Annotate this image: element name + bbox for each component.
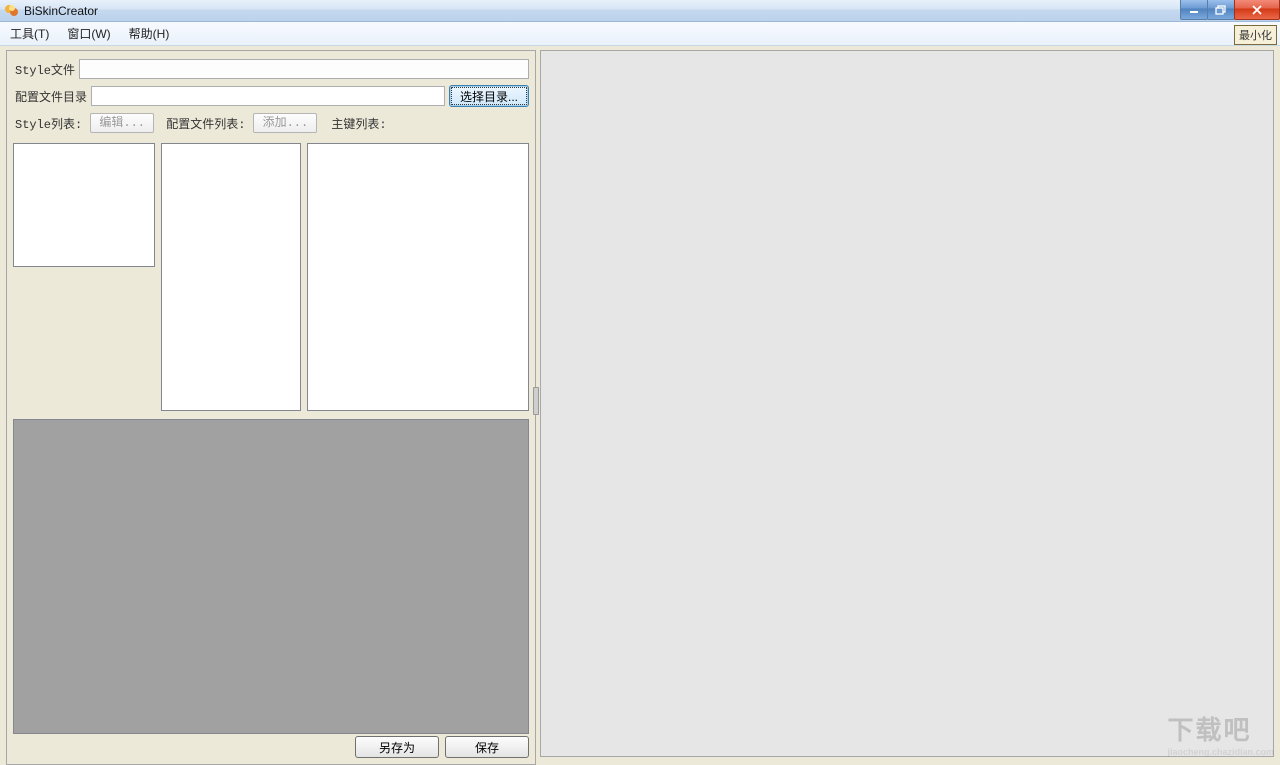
menu-help[interactable]: 帮助(H) [129,25,170,42]
menu-bar: 工具(T) 窗口(W) 帮助(H) 最小化 [0,22,1280,46]
style-file-input[interactable] [79,59,529,79]
config-dir-label: 配置文件目录 [15,88,87,105]
title-bar: BiSkinCreator [0,0,1280,22]
style-list-label: Style列表: [15,115,82,132]
style-list-box[interactable] [13,143,155,267]
style-list-edit-button[interactable]: 编辑... [90,113,154,133]
workspace: Style文件 配置文件目录 选择目录... Style列表: 编辑... 配置… [0,46,1280,761]
key-list-box[interactable] [307,143,529,411]
form-area: Style文件 配置文件目录 选择目录... Style列表: 编辑... 配置… [7,51,535,143]
menu-window[interactable]: 窗口(W) [67,25,110,42]
splitter-handle[interactable] [533,387,539,415]
minimize-corner-button[interactable]: 最小化 [1234,25,1277,45]
save-button[interactable]: 保存 [445,736,529,758]
config-list-label: 配置文件列表: [166,115,245,132]
restore-button[interactable] [1207,0,1235,20]
left-panel: Style文件 配置文件目录 选择目录... Style列表: 编辑... 配置… [6,50,536,765]
window-controls [1181,0,1280,20]
config-file-list-box[interactable] [161,143,301,411]
style-file-label: Style文件 [15,61,75,78]
select-dir-button[interactable]: 选择目录... [449,85,529,107]
minimize-button[interactable] [1180,0,1208,20]
bottom-bar: 另存为 保存 [7,734,535,764]
right-panel [540,50,1274,757]
config-dir-input[interactable] [91,86,445,106]
app-icon [4,3,20,19]
config-list-add-button[interactable]: 添加... [253,113,317,133]
preview-panel [13,419,529,734]
key-list-label: 主键列表: [331,115,386,132]
menu-tools[interactable]: 工具(T) [10,25,49,42]
close-button[interactable] [1234,0,1280,20]
save-as-button[interactable]: 另存为 [355,736,439,758]
lists-row [7,143,535,411]
window-title: BiSkinCreator [24,4,98,18]
